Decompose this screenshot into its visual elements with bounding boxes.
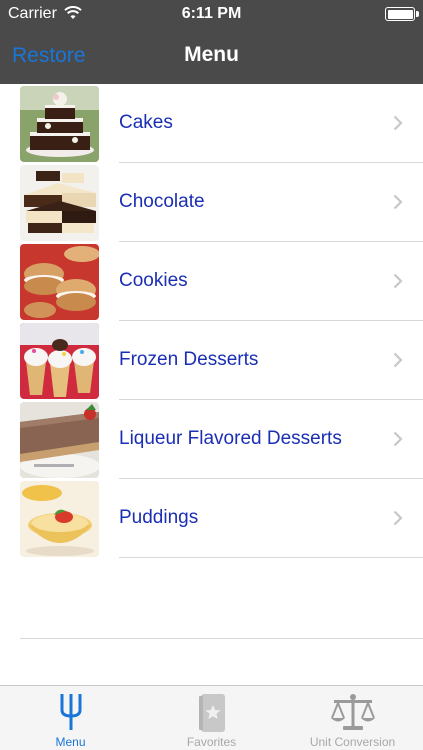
fork-icon bbox=[60, 694, 81, 730]
list-item-chocolate[interactable]: Chocolate bbox=[0, 163, 423, 242]
tab-label: Favorites bbox=[186, 735, 237, 749]
tab-bar: Menu Favorites Unit Conversion bbox=[0, 685, 423, 750]
chevron-right-icon bbox=[393, 431, 403, 447]
chocolate-squares-photo bbox=[20, 165, 99, 241]
list-item-label: Frozen Desserts bbox=[119, 349, 259, 370]
list-item-label: Cookies bbox=[119, 270, 188, 291]
tiered-cake-photo bbox=[20, 86, 99, 162]
tab-favorites[interactable]: Favorites bbox=[141, 686, 282, 750]
restore-button[interactable]: Restore bbox=[12, 44, 86, 68]
tab-unit-conversion[interactable]: Unit Conversion bbox=[282, 686, 423, 750]
navigation-header: Carrier 6:11 PM Restore Menu bbox=[0, 0, 423, 84]
row-divider bbox=[119, 557, 423, 558]
list-item-label: Liqueur Flavored Desserts bbox=[119, 428, 342, 449]
chevron-right-icon bbox=[393, 510, 403, 526]
clock: 6:11 PM bbox=[181, 5, 242, 22]
list-item-label: Cakes bbox=[119, 112, 173, 133]
chevron-right-icon bbox=[393, 115, 403, 131]
list-item-cakes[interactable]: Cakes bbox=[0, 84, 423, 163]
status-bar: Carrier 6:11 PM bbox=[0, 0, 423, 28]
category-list: Cakes Chocolate Cookies Frozen Desserts … bbox=[0, 84, 423, 558]
tab-menu[interactable]: Menu bbox=[0, 686, 141, 750]
scale-icon bbox=[330, 694, 375, 730]
ice-cream-cones-photo bbox=[20, 323, 99, 399]
list-item-liqueur-flavored-desserts[interactable]: Liqueur Flavored Desserts bbox=[0, 400, 423, 479]
list-item-label: Puddings bbox=[119, 507, 199, 528]
battery-icon bbox=[385, 7, 419, 21]
empty-row-divider bbox=[20, 638, 423, 639]
tab-label: Menu bbox=[55, 735, 86, 749]
star-book-icon bbox=[198, 694, 225, 732]
tab-label: Unit Conversion bbox=[309, 735, 396, 749]
chevron-right-icon bbox=[393, 194, 403, 210]
pudding-cup-photo bbox=[20, 481, 99, 557]
list-item-label: Chocolate bbox=[119, 191, 205, 212]
chevron-right-icon bbox=[393, 352, 403, 368]
list-item-cookies[interactable]: Cookies bbox=[0, 242, 423, 321]
list-item-puddings[interactable]: Puddings bbox=[0, 479, 423, 558]
list-item-frozen-desserts[interactable]: Frozen Desserts bbox=[0, 321, 423, 400]
mousse-pie-photo bbox=[20, 402, 99, 478]
sandwich-cookies-photo bbox=[20, 244, 99, 320]
chevron-right-icon bbox=[393, 273, 403, 289]
